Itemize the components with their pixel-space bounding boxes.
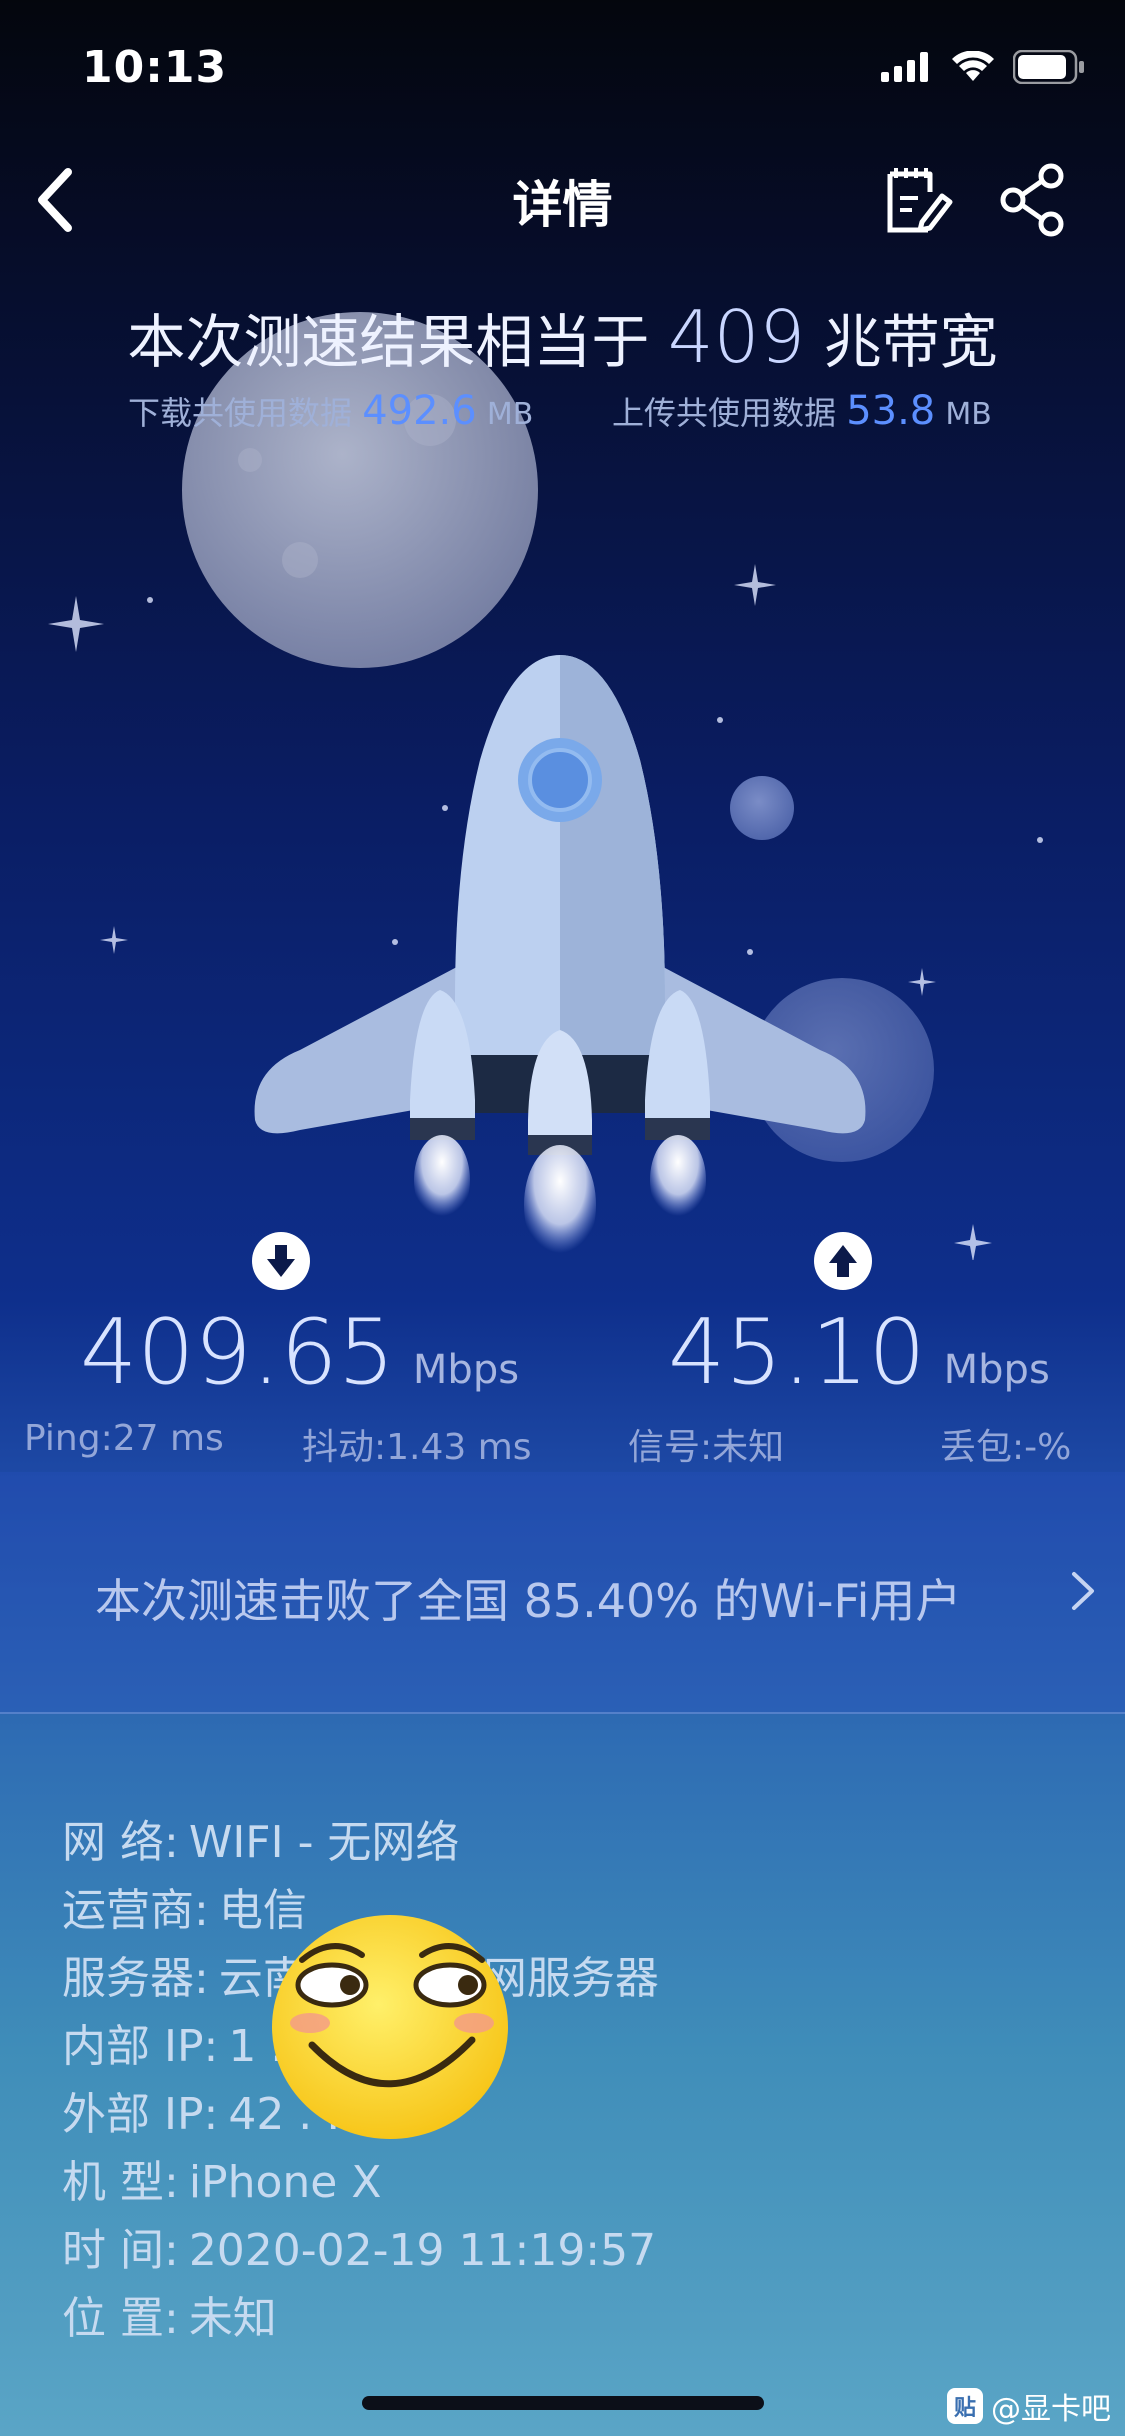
planet-small xyxy=(730,776,794,840)
page-title: 详情 xyxy=(512,176,613,234)
watermark: 贴 @显卡吧 xyxy=(947,2384,1111,2428)
rank-text: 本次测速击败了全国 85.40% 的Wi-Fi用户 xyxy=(95,1574,962,1628)
upload-speed: 45.10 Mbps xyxy=(668,1300,1050,1405)
upload-speed-value: 45.10 xyxy=(668,1300,926,1405)
headline-suffix: 兆带宽 xyxy=(823,308,998,376)
download-speed-unit: Mbps xyxy=(412,1347,520,1393)
detail-row: 网 络: WIFI - 无网络 xyxy=(62,1806,459,1870)
detail-key: 时 间: xyxy=(62,2225,179,2276)
share-button[interactable] xyxy=(995,162,1071,238)
detail-value: iPhone X xyxy=(188,2157,382,2208)
download-data-usage: 下载共使用数据 492.6 MB xyxy=(128,388,533,434)
detail-value: 未知 xyxy=(188,2293,277,2344)
detail-key: 网 络: xyxy=(62,1817,179,1868)
headline-prefix: 本次测速结果相当于 xyxy=(127,308,650,376)
detail-row: 时 间: 2020-02-19 11:19:57 xyxy=(62,2214,656,2278)
bandwidth-value: 409 xyxy=(667,295,806,379)
bandwidth-headline: 本次测速结果相当于 409 兆带宽 xyxy=(0,295,1125,379)
battery-icon xyxy=(1013,50,1084,84)
status-icons xyxy=(881,50,1085,84)
arrow-up-icon xyxy=(814,1232,872,1290)
download-data-value: 492.6 xyxy=(362,388,477,434)
detail-key: 运营商: xyxy=(62,1885,209,1936)
upload-data-label: 上传共使用数据 xyxy=(612,394,837,432)
chevron-right-icon xyxy=(1072,1572,1094,1610)
edit-note-icon xyxy=(887,168,953,233)
detail-value: WIFI - 无网络 xyxy=(188,1817,460,1868)
status-time: 10:13 xyxy=(82,42,228,93)
detail-value: 2020-02-19 11:19:57 xyxy=(188,2225,657,2276)
cellular-signal-icon xyxy=(881,52,928,82)
download-data-unit: MB xyxy=(486,397,534,432)
detail-key: 服务器: xyxy=(62,1953,209,2004)
detail-row: 机 型: iPhone X xyxy=(62,2146,381,2210)
jitter-stat: 抖动:1.43 ms xyxy=(302,1427,532,1468)
arrow-down-icon xyxy=(252,1232,310,1290)
detail-key: 内部 IP: xyxy=(62,2021,219,2072)
detail-row: 位 置: 未知 xyxy=(62,2282,277,2346)
smirk-emoji-sticker xyxy=(272,1915,508,2139)
upload-data-usage: 上传共使用数据 53.8 MB xyxy=(612,388,992,434)
detail-key: 位 置: xyxy=(62,2293,179,2344)
upload-data-unit: MB xyxy=(945,397,992,432)
packet-loss-stat: 丢包:-% xyxy=(940,1427,1072,1468)
wifi-icon xyxy=(952,51,994,81)
watermark-text: @显卡吧 xyxy=(991,2392,1111,2427)
home-indicator[interactable] xyxy=(362,2396,764,2410)
download-data-label: 下载共使用数据 xyxy=(128,394,353,432)
edit-button[interactable] xyxy=(880,162,956,238)
detail-key: 机 型: xyxy=(62,2157,179,2208)
upload-speed-unit: Mbps xyxy=(943,1347,1050,1393)
upload-data-value: 53.8 xyxy=(846,388,936,434)
share-icon xyxy=(1000,163,1064,237)
download-speed-value: 409.65 xyxy=(80,1300,395,1405)
download-speed: 409.65 Mbps xyxy=(80,1300,519,1405)
signal-stat: 信号:未知 xyxy=(628,1427,785,1468)
ping-stat: Ping:27 ms xyxy=(24,1418,224,1459)
detail-key: 外部 IP: xyxy=(62,2089,219,2140)
tieba-badge-icon: 贴 xyxy=(947,2388,983,2424)
